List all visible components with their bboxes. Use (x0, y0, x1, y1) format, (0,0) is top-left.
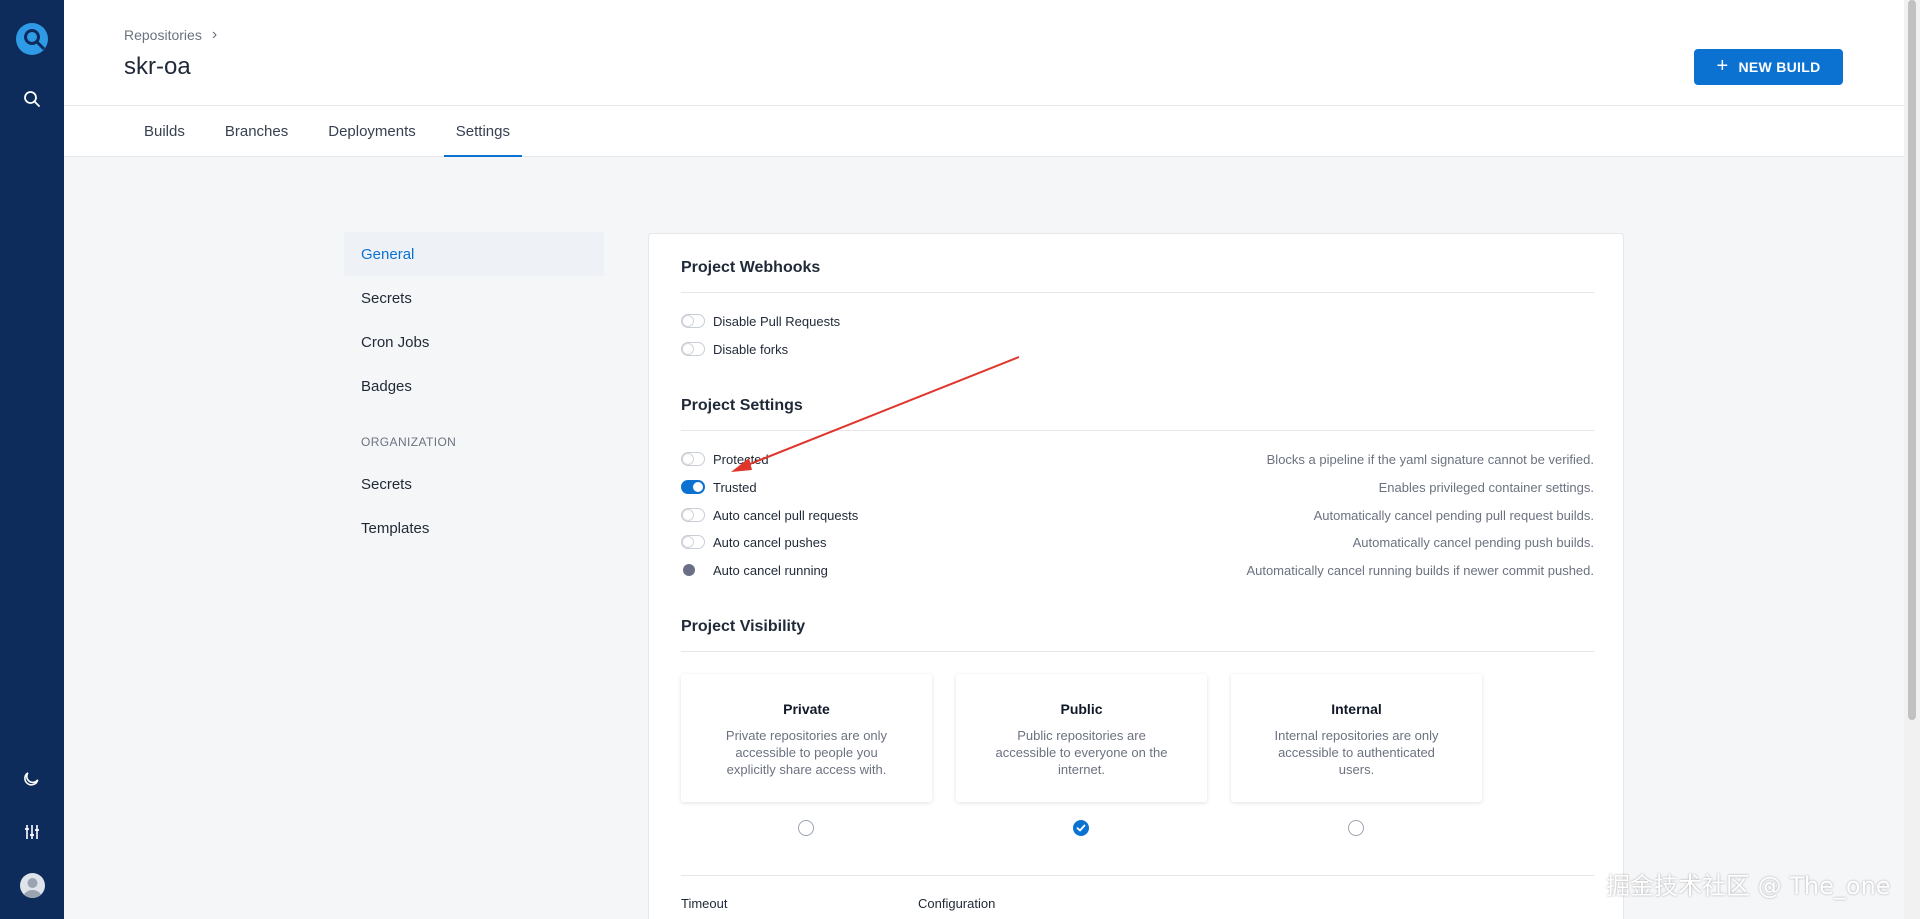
scrollbar-thumb[interactable] (1908, 0, 1916, 720)
user-avatar-icon[interactable] (20, 873, 45, 898)
settings-nav-secrets[interactable]: Secrets (344, 276, 604, 320)
new-build-label: NEW BUILD (1738, 59, 1821, 75)
tab-branches[interactable]: Branches (205, 106, 308, 157)
option-description: Blocks a pipeline if the yaml signature … (1266, 451, 1594, 467)
project-visibility-title: Project Visibility (681, 618, 806, 635)
search-icon[interactable] (20, 87, 44, 111)
option-auto-cancel-running: Auto cancel running Automatically cancel… (681, 559, 1594, 581)
auto-cancel-pushes-toggle[interactable] (681, 535, 705, 549)
breadcrumb: Repositories › (124, 26, 217, 44)
option-label: Trusted (713, 479, 757, 495)
visibility-title: Internal (1331, 701, 1382, 717)
option-label: Auto cancel pull requests (713, 507, 859, 523)
visibility-description: Private repositories are only accessible… (725, 728, 888, 777)
check-icon (1076, 824, 1086, 832)
webhooks-title: Project Webhooks (681, 259, 821, 276)
new-build-button[interactable]: + NEW BUILD (1694, 49, 1843, 85)
protected-toggle[interactable] (681, 452, 705, 466)
sliders-icon[interactable] (20, 820, 44, 844)
section-divider (681, 292, 1594, 293)
disable-forks-toggle[interactable] (681, 342, 705, 356)
tab-settings[interactable]: Settings (436, 106, 530, 157)
internal-radio[interactable] (1348, 820, 1364, 836)
option-label: Auto cancel pushes (713, 534, 827, 550)
timeout-label: Timeout (681, 896, 728, 911)
settings-nav: General Secrets Cron Jobs Badges ORGANIZ… (344, 232, 604, 550)
visibility-card-private[interactable]: Private Private repositories are only ac… (681, 674, 932, 802)
option-disable-forks: Disable forks (681, 338, 1594, 360)
private-radio[interactable] (798, 820, 814, 836)
visibility-description: Internal repositories are only accessibl… (1274, 728, 1439, 777)
chevron-right-icon: › (211, 26, 218, 43)
visibility-title: Private (783, 701, 830, 717)
page-scrollbar[interactable] (1904, 0, 1920, 919)
visibility-card-public[interactable]: Public Public repositories are accessibl… (956, 674, 1207, 802)
organization-heading: ORGANIZATION (361, 435, 457, 449)
visibility-card-internal[interactable]: Internal Internal repositories are only … (1231, 674, 1482, 802)
option-disable-pull-requests: Disable Pull Requests (681, 310, 1594, 332)
page-title: skr-oa (124, 53, 191, 80)
drone-logo-icon[interactable] (15, 22, 49, 56)
option-description: Automatically cancel pending pull reques… (1313, 507, 1594, 523)
configuration-label: Configuration (918, 896, 996, 911)
settings-nav-badges[interactable]: Badges (344, 364, 604, 408)
trusted-toggle[interactable] (681, 480, 705, 494)
settings-nav-cron-jobs[interactable]: Cron Jobs (344, 320, 604, 364)
section-divider (681, 430, 1594, 431)
option-description: Automatically cancel pending push builds… (1352, 534, 1594, 550)
option-label: Disable Pull Requests (713, 313, 841, 329)
tab-builds[interactable]: Builds (124, 106, 205, 157)
option-auto-cancel-pull-requests: Auto cancel pull requests Automatically … (681, 504, 1594, 526)
settings-nav-templates[interactable]: Templates (344, 506, 604, 550)
option-label: Auto cancel running (713, 562, 828, 578)
auto-cancel-running-toggle[interactable] (681, 563, 705, 577)
tab-deployments[interactable]: Deployments (308, 106, 436, 157)
option-protected: Protected Blocks a pipeline if the yaml … (681, 448, 1594, 470)
section-divider (681, 651, 1594, 652)
section-divider (681, 875, 1594, 876)
watermark: 掘金技术社区 @ The_one (1606, 872, 1891, 900)
option-description: Automatically cancel running builds if n… (1246, 562, 1594, 578)
settings-nav-general[interactable]: General (344, 232, 604, 276)
option-label: Protected (713, 451, 769, 467)
project-settings-title: Project Settings (681, 397, 803, 414)
repo-header: Repositories › skr-oa + NEW BUILD Builds… (64, 0, 1904, 157)
option-auto-cancel-pushes: Auto cancel pushes Automatically cancel … (681, 531, 1594, 553)
public-radio[interactable] (1073, 820, 1089, 836)
option-trusted: Trusted Enables privileged container set… (681, 476, 1594, 498)
repo-tabs: Builds Branches Deployments Settings (124, 106, 530, 157)
breadcrumb-repositories-link[interactable]: Repositories (124, 27, 202, 43)
settings-nav-org-secrets[interactable]: Secrets (344, 462, 604, 506)
disable-pull-requests-toggle[interactable] (681, 314, 705, 328)
visibility-title: Public (1060, 701, 1103, 717)
option-description: Enables privileged container settings. (1378, 479, 1594, 495)
moon-icon[interactable] (20, 766, 44, 790)
auto-cancel-pull-requests-toggle[interactable] (681, 508, 705, 522)
settings-card: Project Webhooks Disable Pull Requests D… (648, 233, 1624, 919)
option-label: Disable forks (713, 341, 789, 357)
visibility-description: Public repositories are accessible to ev… (995, 728, 1168, 777)
plus-icon: + (1716, 55, 1729, 77)
left-rail (0, 0, 64, 919)
